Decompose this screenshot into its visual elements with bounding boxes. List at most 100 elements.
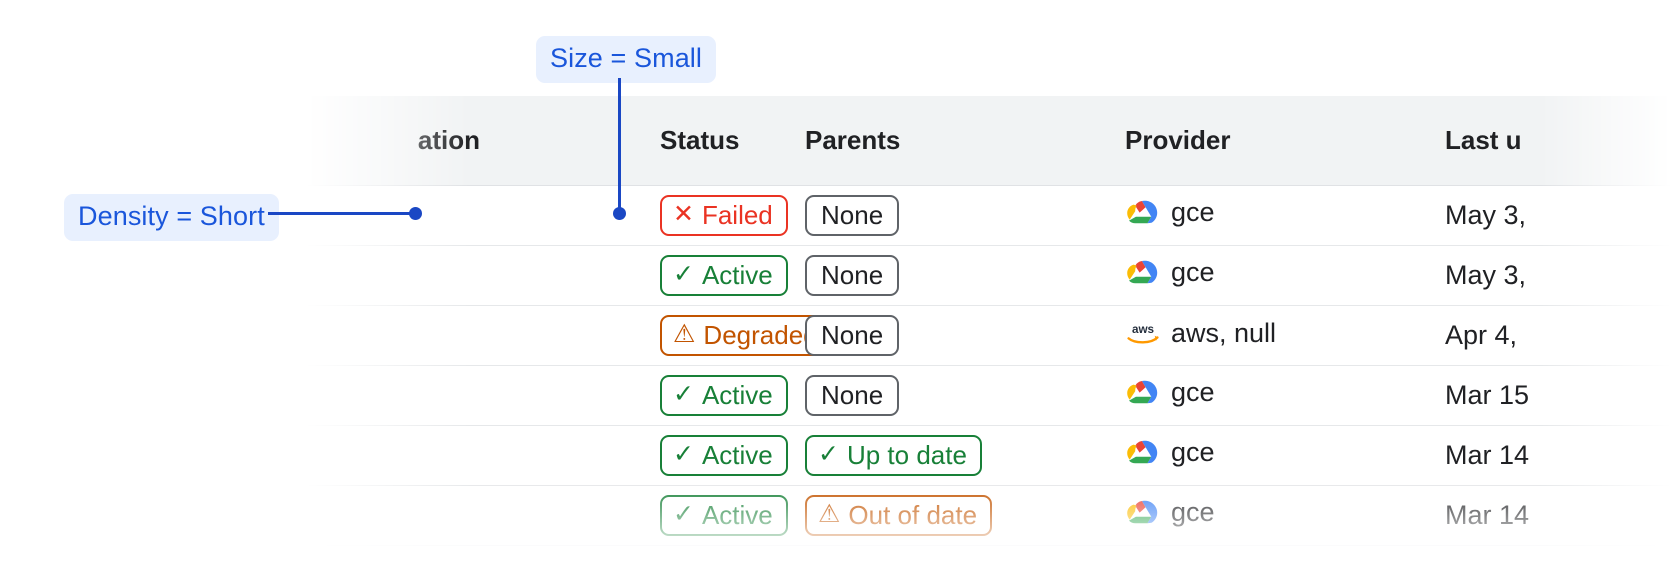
parents-chip[interactable]: ✓ Up to date [805,434,982,476]
table-header-row: ation Status Parents Provider Last u [305,96,1672,186]
check-icon: ✓ [673,500,694,528]
table-row[interactable]: ✓ Active ⚠ Out of date gce Mar 14 [305,485,1672,545]
status-chip-label: Active [701,499,773,530]
check-icon: ✓ [673,440,694,468]
cell-provider: gce [1125,485,1445,545]
cell-last-updated: May 3, [1445,199,1527,230]
table-row[interactable]: ⚠ Degraded None aws aws, null Apr 4, [305,305,1672,365]
provider-group: gce [1125,437,1215,468]
google-cloud-icon [1125,498,1159,528]
google-cloud-icon [1125,198,1159,228]
provider-group: gce [1125,497,1215,528]
provider-group: gce [1125,197,1215,228]
cell-parents: None [805,305,1125,365]
table-row[interactable]: ✓ Active ✓ Up to date gce Mar 14 [305,425,1672,485]
cell-provider: aws aws, null [1125,305,1445,365]
check-icon: ✓ [673,380,694,408]
cell-provider: gce [1125,365,1445,425]
provider-label: gce [1171,497,1215,528]
status-chip[interactable]: ✓ Active [660,374,788,416]
column-header-status[interactable]: Status [480,96,805,186]
parents-chip-label: Up to date [846,439,967,470]
cell-status: ⚠ Degraded [480,305,833,365]
cell-status: ✓ Active [480,425,805,485]
provider-group: gce [1125,377,1215,408]
parents-chip[interactable]: ⚠ Out of date [805,494,993,536]
table-row[interactable]: ✓ Active None gce May 3, [305,245,1672,305]
status-chip[interactable]: ✓ Active [660,254,788,296]
parents-chip-label: None [821,379,884,410]
google-cloud-icon [1125,378,1159,408]
parents-chip[interactable]: None [805,194,900,236]
annotation-density-endpoint-dot [409,207,422,220]
cell-provider: gce [1125,245,1445,305]
provider-label: gce [1171,257,1215,288]
warning-icon: ⚠ [673,320,696,348]
status-chip-label: Active [701,439,773,470]
status-chip-label: Failed [701,199,773,230]
cell-provider: gce [1125,425,1445,485]
warning-icon: ⚠ [818,500,841,528]
cell-name [305,185,480,245]
cell-name [305,485,480,545]
cell-status: ✓ Active [480,485,805,545]
cell-parents: None [805,185,1125,245]
cell-parents: None [805,365,1125,425]
provider-label: gce [1171,437,1215,468]
cell-status: ✓ Active [480,245,805,305]
column-header-parents[interactable]: Parents [805,96,1125,186]
annotation-density-connector [268,212,418,215]
cell-name [305,305,480,365]
parents-chip-label: Out of date [848,499,978,530]
annotation-density-label: Density = Short [64,194,279,241]
aws-icon: aws [1125,319,1159,349]
table-row[interactable]: ✓ Active None gce Mar 15 [305,365,1672,425]
status-chip[interactable]: ✓ Active [660,434,788,476]
column-header-last-updated[interactable]: Last u [1445,96,1672,186]
parents-chip-label: None [821,319,884,350]
cell-parents: ✓ Up to date [805,425,1125,485]
parents-chip-label: None [821,199,884,230]
parents-chip[interactable]: None [805,374,900,416]
cell-provider: gce [1125,185,1445,245]
parents-chip[interactable]: None [805,254,900,296]
column-header-name[interactable]: ation [305,96,480,186]
cell-name [305,245,480,305]
provider-label: gce [1171,377,1215,408]
cell-parents: None [805,245,1125,305]
google-cloud-icon [1125,438,1159,468]
google-cloud-icon [1125,258,1159,288]
cell-last-updated: Mar 15 [1445,379,1530,410]
cell-last-updated: Mar 14 [1445,499,1530,530]
svg-text:aws: aws [1132,323,1155,336]
cell-last-updated: Mar 14 [1445,439,1530,470]
check-icon: ✓ [673,260,694,288]
table-body: ✕ Failed None gce May 3, ✓ Active None gce May … [305,185,1672,545]
parents-chip-label: None [821,259,884,290]
status-chip[interactable]: ✕ Failed [660,194,788,236]
cell-status: ✕ Failed [480,185,805,245]
close-icon: ✕ [673,200,694,228]
cell-last-updated: May 3, [1445,259,1527,290]
screenshot-root: ation Status Parents Provider Last u ✕ Fa… [0,0,1672,564]
table-row[interactable]: ✕ Failed None gce May 3, [305,185,1672,245]
table-header: ation Status Parents Provider Last u [305,96,1672,186]
data-table: ation Status Parents Provider Last u ✕ Fa… [305,96,1672,546]
status-chip-label: Active [701,379,773,410]
annotation-size-connector [618,78,621,212]
provider-group: gce [1125,257,1215,288]
cell-name [305,365,480,425]
cell-status: ✓ Active [480,365,805,425]
provider-label: aws, null [1171,318,1277,349]
provider-label: gce [1171,197,1215,228]
check-icon: ✓ [818,440,839,468]
annotation-size-label: Size = Small [536,36,717,83]
parents-chip[interactable]: None [805,314,900,356]
status-chip-label: Degraded [703,319,818,350]
column-header-provider[interactable]: Provider [1125,96,1445,186]
cell-last-updated: Apr 4, [1445,319,1518,350]
provider-group: aws aws, null [1125,318,1276,349]
cell-parents: ⚠ Out of date [805,485,1125,545]
status-chip[interactable]: ✓ Active [660,494,788,536]
status-chip-label: Active [701,259,773,290]
